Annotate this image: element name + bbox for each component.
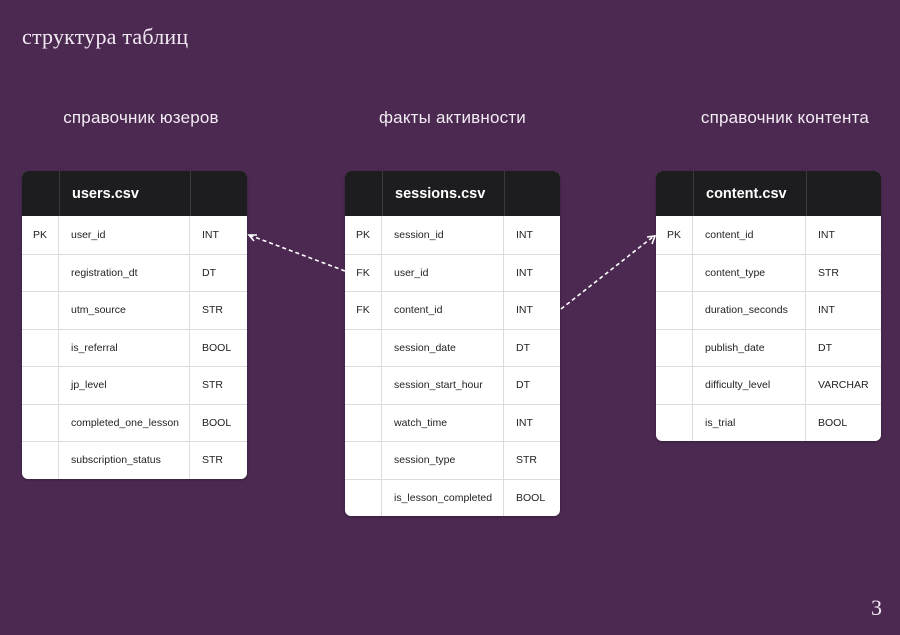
connector-sessions-content-id-to-content	[560, 235, 655, 310]
arrow-head-content-icon	[646, 235, 657, 245]
connector-sessions-user-id-to-users	[248, 234, 346, 272]
relationship-connectors	[247, 234, 657, 310]
page-number: 3	[871, 595, 882, 620]
